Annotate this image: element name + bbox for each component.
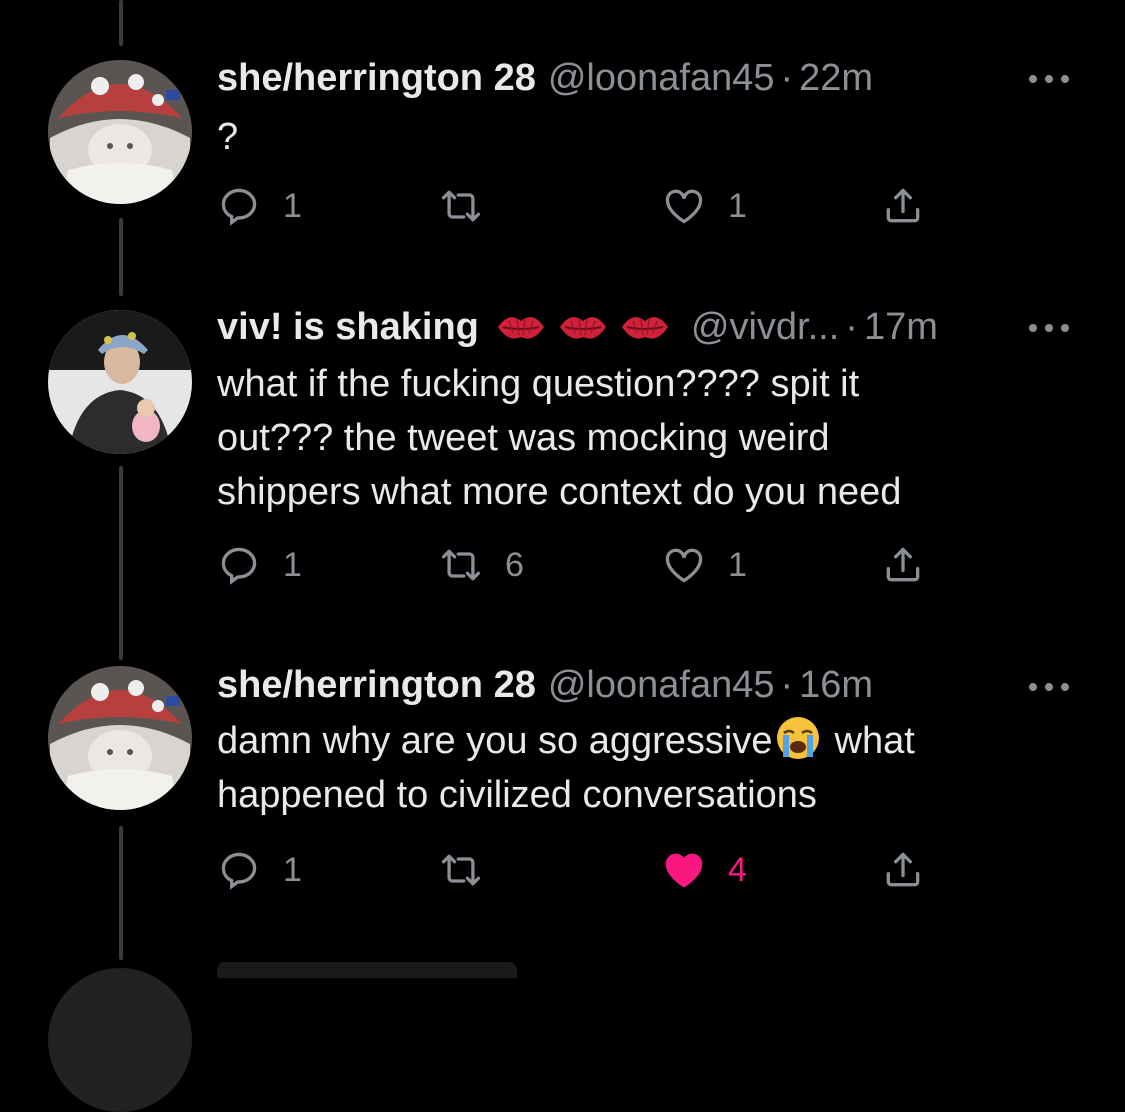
reply-count: 1: [283, 186, 302, 225]
action-bar: 1 1: [217, 184, 937, 228]
heart-icon: [665, 548, 703, 583]
share-button[interactable]: [881, 184, 925, 228]
tweet-header: viv! is shaking @vivdr... · 17m: [217, 303, 938, 351]
tweet-text-line: happened to civilized conversations: [217, 774, 817, 816]
reply-button[interactable]: 1: [217, 543, 302, 587]
reply-icon: [221, 188, 257, 226]
display-name[interactable]: viv! is shaking: [217, 303, 479, 351]
retweet-icon: [441, 549, 481, 581]
tweet-text-line: what if the fucking question???? spit it: [217, 363, 860, 405]
retweet-count: 6: [505, 545, 524, 584]
kiss-mark-icon: [557, 307, 609, 347]
tweet-text: damn why are you so aggressive what happe…: [217, 714, 1067, 822]
tweet-text-line: shippers what more context do you need: [217, 471, 902, 513]
share-button[interactable]: [881, 848, 925, 892]
avatar[interactable]: [48, 666, 192, 810]
tweet-text: what if the fucking question???? spit it…: [217, 357, 1067, 519]
like-button[interactable]: 4: [662, 848, 747, 892]
reply-count: 1: [283, 850, 302, 889]
reply-button[interactable]: 1: [217, 848, 302, 892]
like-count: 4: [728, 850, 747, 889]
avatar[interactable]: [48, 60, 192, 204]
more-icon[interactable]: [1029, 323, 1069, 333]
thread-line: [119, 218, 123, 296]
thread-line: [119, 0, 123, 46]
timestamp[interactable]: 22m: [799, 54, 873, 102]
kiss-mark-icon: [495, 307, 547, 347]
tweet-header: she/herrington 28 @loonafan45 · 16m: [217, 661, 873, 709]
like-button[interactable]: 1: [662, 184, 747, 228]
reply-button[interactable]: 1: [217, 184, 302, 228]
tweet-text-line: ?: [217, 116, 239, 158]
thread-line: [119, 826, 123, 960]
action-bar: 1 6 1: [217, 543, 937, 587]
more-icon[interactable]: [1029, 74, 1069, 84]
next-tweet-header-clipped: [217, 962, 977, 978]
share-icon: [886, 188, 920, 223]
retweet-icon: [441, 190, 481, 222]
share-icon: [886, 852, 920, 887]
like-count: 1: [728, 545, 747, 584]
loudly-crying-face-icon: [775, 715, 821, 761]
tweet-text-line: damn why are you so aggressive what: [217, 714, 1067, 768]
kiss-mark-icon: [619, 307, 671, 347]
retweet-button[interactable]: [439, 848, 505, 892]
share-icon: [886, 547, 920, 582]
tweet-header: she/herrington 28 @loonafan45 · 22m: [217, 54, 873, 102]
avatar[interactable]: [48, 968, 192, 1112]
heart-icon: [665, 189, 703, 224]
separator-dot: ·: [780, 664, 794, 706]
username-handle[interactable]: @loonafan45: [548, 54, 775, 102]
avatar[interactable]: [48, 310, 192, 454]
tweet-text-segment: damn why are you so aggressive: [217, 720, 773, 762]
reply-icon: [221, 547, 257, 585]
heart-icon: [665, 853, 703, 888]
tweet-text-line: out??? the tweet was mocking weird: [217, 417, 830, 459]
reply-icon: [221, 852, 257, 890]
display-name[interactable]: she/herrington 28: [217, 54, 536, 102]
username-handle[interactable]: @vivdr...: [691, 303, 839, 351]
more-icon[interactable]: [1029, 682, 1069, 692]
retweet-button[interactable]: [439, 184, 505, 228]
like-count: 1: [728, 186, 747, 225]
thread-line: [119, 466, 123, 660]
timestamp[interactable]: 16m: [799, 661, 873, 709]
like-button[interactable]: 1: [662, 543, 747, 587]
display-name[interactable]: she/herrington 28: [217, 661, 536, 709]
reply-count: 1: [283, 545, 302, 584]
username-handle[interactable]: @loonafan45: [548, 661, 775, 709]
timestamp[interactable]: 17m: [864, 303, 938, 351]
separator-dot: ·: [780, 57, 794, 99]
retweet-button[interactable]: 6: [439, 543, 524, 587]
retweet-icon: [441, 854, 481, 886]
action-bar: 1 4: [217, 848, 937, 892]
tweet-text-segment: what: [834, 720, 915, 762]
tweet-text: ?: [217, 110, 1067, 164]
separator-dot: ·: [845, 306, 858, 348]
share-button[interactable]: [881, 543, 925, 587]
